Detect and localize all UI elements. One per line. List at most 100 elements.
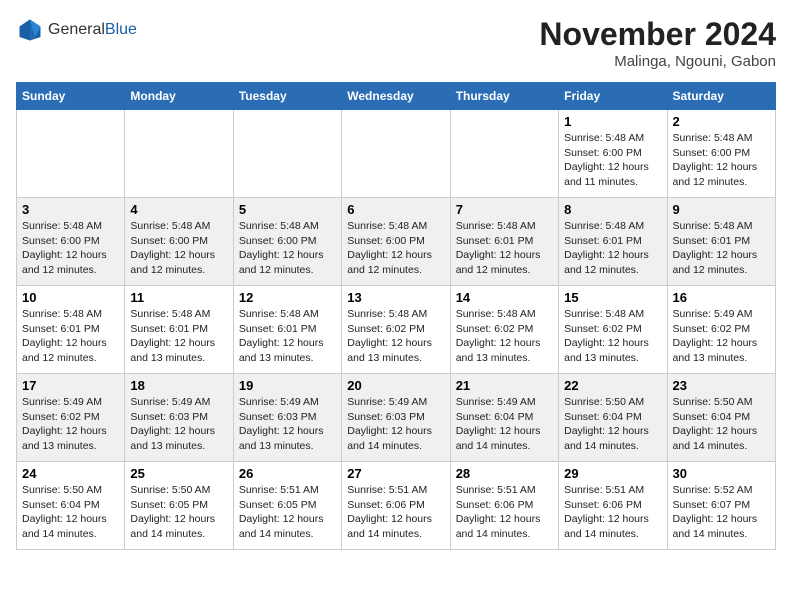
day-info: Sunrise: 5:50 AMSunset: 6:04 PMDaylight:… <box>564 395 661 454</box>
calendar-cell: 15 Sunrise: 5:48 AMSunset: 6:02 PMDayligh… <box>559 286 667 374</box>
title-block: November 2024 Malinga, Ngouni, Gabon <box>539 16 776 70</box>
day-number: 20 <box>347 378 444 393</box>
calendar-cell: 9 Sunrise: 5:48 AMSunset: 6:01 PMDaylight… <box>667 198 775 286</box>
calendar-cell: 3 Sunrise: 5:48 AMSunset: 6:00 PMDaylight… <box>17 198 125 286</box>
calendar-cell: 25Sunrise: 5:50 AMSunset: 6:05 PMDayligh… <box>125 462 233 550</box>
day-number: 10 <box>22 290 119 305</box>
calendar-cell: 11 Sunrise: 5:48 AMSunset: 6:01 PMDayligh… <box>125 286 233 374</box>
calendar-cell: 1Sunrise: 5:48 AMSunset: 6:00 PMDaylight… <box>559 110 667 198</box>
day-number: 9 <box>673 202 770 217</box>
calendar-cell <box>450 110 558 198</box>
location: Malinga, Ngouni, Gabon <box>539 53 776 70</box>
day-info: Sunrise: 5:48 AMSunset: 6:02 PMDaylight:… <box>456 307 553 366</box>
calendar-cell <box>125 110 233 198</box>
logo: GeneralBlue <box>16 16 137 44</box>
calendar-cell: 2 Sunrise: 5:48 AMSunset: 6:00 PMDaylight… <box>667 110 775 198</box>
day-info: Sunrise: 5:49 AMSunset: 6:03 PMDaylight:… <box>130 395 227 454</box>
day-number: 6 <box>347 202 444 217</box>
day-info: Sunrise: 5:48 AMSunset: 6:02 PMDaylight:… <box>347 307 444 366</box>
day-info: Sunrise: 5:48 AMSunset: 6:00 PMDaylight:… <box>22 219 119 278</box>
day-number: 22 <box>564 378 661 393</box>
calendar-body: 1 Sunrise: 5:48 AMSunset: 6:00 PMDaylight… <box>17 110 776 550</box>
day-info: Sunrise: 5:51 AMSunset: 6:06 PMDaylight:… <box>564 483 661 542</box>
day-number: 11 <box>130 290 227 305</box>
calendar-cell: 20 Sunrise: 5:49 AMSunset: 6:03 PMDayligh… <box>342 374 450 462</box>
day-info: Sunrise: 5:48 AMSunset: 6:01 PMDaylight:… <box>456 219 553 278</box>
calendar-cell: 29 Sunrise: 5:51 AMSunset: 6:06 PMDayligh… <box>559 462 667 550</box>
calendar-cell: 19 Sunrise: 5:49 AMSunset: 6:03 PMDayligh… <box>233 374 341 462</box>
day-number: 1 <box>564 114 661 129</box>
day-number: 21 <box>456 378 553 393</box>
calendar-cell <box>342 110 450 198</box>
calendar-week-row: 10 Sunrise: 5:48 AMSunset: 6:01 PMDayligh… <box>17 286 776 374</box>
calendar-cell: 12Sunrise: 5:48 AMSunset: 6:01 PMDayligh… <box>233 286 341 374</box>
calendar-cell: 24 Sunrise: 5:50 AMSunset: 6:04 PMDayligh… <box>17 462 125 550</box>
calendar-cell: 13 Sunrise: 5:48 AMSunset: 6:02 PMDayligh… <box>342 286 450 374</box>
calendar-cell: 4Sunrise: 5:48 AMSunset: 6:00 PMDaylight… <box>125 198 233 286</box>
day-info: Sunrise: 5:49 AMSunset: 6:03 PMDaylight:… <box>239 395 336 454</box>
logo-blue: Blue <box>105 21 137 39</box>
day-info: Sunrise: 5:50 AMSunset: 6:04 PMDaylight:… <box>22 483 119 542</box>
calendar-cell: 17Sunrise: 5:49 AMSunset: 6:02 PMDayligh… <box>17 374 125 462</box>
calendar-cell: 30 Sunrise: 5:52 AMSunset: 6:07 PMDayligh… <box>667 462 775 550</box>
day-info: Sunrise: 5:48 AMSunset: 6:01 PMDaylight:… <box>673 219 770 278</box>
logo-icon <box>16 16 44 44</box>
day-info: Sunrise: 5:49 AMSunset: 6:03 PMDaylight:… <box>347 395 444 454</box>
day-number: 24 <box>22 466 119 481</box>
day-number: 3 <box>22 202 119 217</box>
day-number: 26 <box>239 466 336 481</box>
day-info: Sunrise: 5:51 AMSunset: 6:06 PMDaylight:… <box>347 483 444 542</box>
calendar-cell: 10 Sunrise: 5:48 AMSunset: 6:01 PMDayligh… <box>17 286 125 374</box>
weekday-header: Friday <box>559 83 667 110</box>
day-number: 29 <box>564 466 661 481</box>
day-info: Sunrise: 5:50 AMSunset: 6:05 PMDaylight:… <box>130 483 227 542</box>
calendar-cell <box>233 110 341 198</box>
day-info: Sunrise: 5:52 AMSunset: 6:07 PMDaylight:… <box>673 483 770 542</box>
calendar-cell: 6 Sunrise: 5:48 AMSunset: 6:00 PMDaylight… <box>342 198 450 286</box>
calendar-cell: 16 Sunrise: 5:49 AMSunset: 6:02 PMDayligh… <box>667 286 775 374</box>
calendar-cell: 27 Sunrise: 5:51 AMSunset: 6:06 PMDayligh… <box>342 462 450 550</box>
calendar-cell: 18 Sunrise: 5:49 AMSunset: 6:03 PMDayligh… <box>125 374 233 462</box>
calendar-cell: 21 Sunrise: 5:49 AMSunset: 6:04 PMDayligh… <box>450 374 558 462</box>
weekday-header: Thursday <box>450 83 558 110</box>
calendar-header: SundayMondayTuesdayWednesdayThursdayFrid… <box>17 83 776 110</box>
day-number: 30 <box>673 466 770 481</box>
day-info: Sunrise: 5:49 AMSunset: 6:02 PMDaylight:… <box>673 307 770 366</box>
weekday-header: Tuesday <box>233 83 341 110</box>
day-info: Sunrise: 5:48 AMSunset: 6:00 PMDaylight:… <box>347 219 444 278</box>
calendar-week-row: 17Sunrise: 5:49 AMSunset: 6:02 PMDayligh… <box>17 374 776 462</box>
weekday-header-row: SundayMondayTuesdayWednesdayThursdayFrid… <box>17 83 776 110</box>
day-number: 8 <box>564 202 661 217</box>
page-header: GeneralBlue November 2024 Malinga, Ngoun… <box>16 16 776 70</box>
day-number: 18 <box>130 378 227 393</box>
day-info: Sunrise: 5:48 AMSunset: 6:01 PMDaylight:… <box>22 307 119 366</box>
calendar-week-row: 3 Sunrise: 5:48 AMSunset: 6:00 PMDaylight… <box>17 198 776 286</box>
logo-text: GeneralBlue <box>48 21 137 39</box>
day-number: 16 <box>673 290 770 305</box>
month-title: November 2024 <box>539 16 776 53</box>
day-number: 2 <box>673 114 770 129</box>
weekday-header: Saturday <box>667 83 775 110</box>
day-number: 13 <box>347 290 444 305</box>
weekday-header: Monday <box>125 83 233 110</box>
day-number: 5 <box>239 202 336 217</box>
calendar-cell: 23Sunrise: 5:50 AMSunset: 6:04 PMDayligh… <box>667 374 775 462</box>
day-info: Sunrise: 5:51 AMSunset: 6:06 PMDaylight:… <box>456 483 553 542</box>
day-number: 7 <box>456 202 553 217</box>
day-info: Sunrise: 5:49 AMSunset: 6:04 PMDaylight:… <box>456 395 553 454</box>
day-number: 28 <box>456 466 553 481</box>
logo-general: General <box>48 21 105 39</box>
calendar-cell: 7 Sunrise: 5:48 AMSunset: 6:01 PMDaylight… <box>450 198 558 286</box>
day-info: Sunrise: 5:48 AMSunset: 6:01 PMDaylight:… <box>564 219 661 278</box>
weekday-header: Wednesday <box>342 83 450 110</box>
calendar-week-row: 1 Sunrise: 5:48 AMSunset: 6:00 PMDaylight… <box>17 110 776 198</box>
day-info: Sunrise: 5:48 AMSunset: 6:01 PMDaylight:… <box>130 307 227 366</box>
day-info: Sunrise: 5:51 AMSunset: 6:05 PMDaylight:… <box>239 483 336 542</box>
day-number: 27 <box>347 466 444 481</box>
day-number: 19 <box>239 378 336 393</box>
day-number: 15 <box>564 290 661 305</box>
weekday-header: Sunday <box>17 83 125 110</box>
day-info: Sunrise: 5:48 AMSunset: 6:02 PMDaylight:… <box>564 307 661 366</box>
day-info: Sunrise: 5:48 AMSunset: 6:00 PMDaylight:… <box>673 131 770 190</box>
day-number: 4 <box>130 202 227 217</box>
